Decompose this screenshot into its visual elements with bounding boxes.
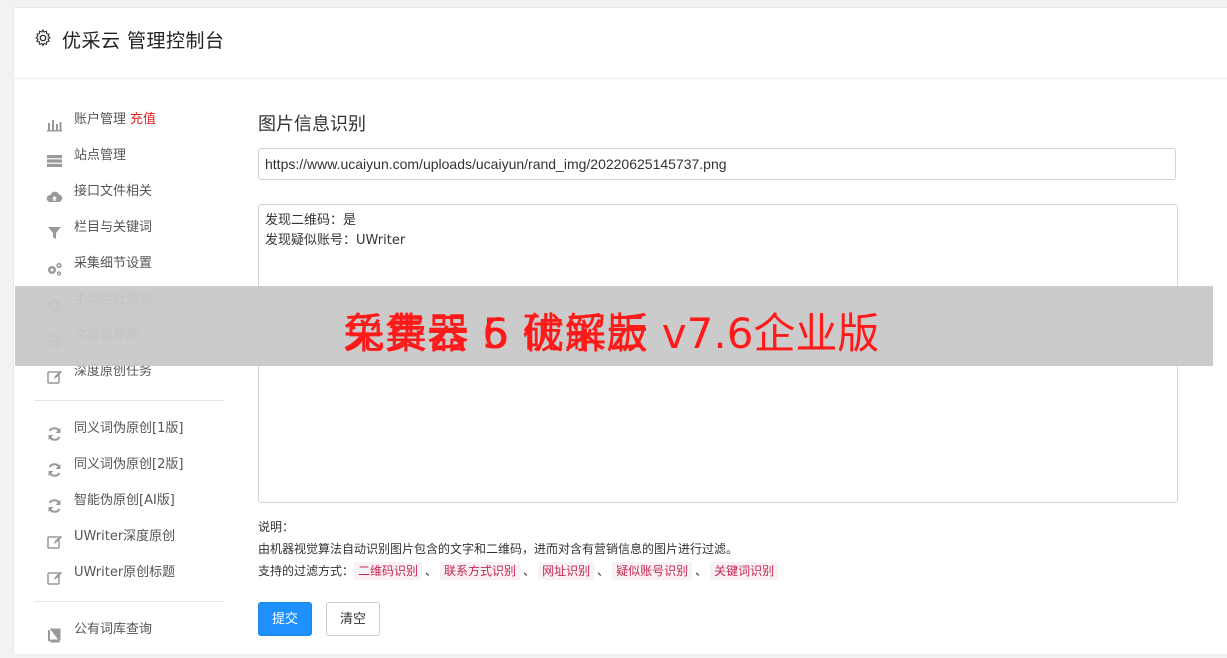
filter-tag: 联系方式识别 xyxy=(440,562,521,580)
edit-icon xyxy=(46,565,63,585)
page-title: 图片信息识别 xyxy=(258,114,366,135)
sidebar-item-label: 公有词库查询 xyxy=(74,622,153,637)
refresh-icon xyxy=(46,457,63,477)
filter-methods-label: 支持的过滤方式： xyxy=(258,564,355,578)
notes-heading: 说明： xyxy=(258,520,295,534)
header-bar: 优采云 管理控制台 xyxy=(14,8,1227,79)
filter-methods: 支持的过滤方式： 二维码识别、联系方式识别、网址识别、疑似账号识别、关键词识别 xyxy=(258,560,779,582)
separator: 、 xyxy=(425,564,438,578)
submit-button[interactable]: 提交 xyxy=(258,602,312,636)
sidebar-item-label: UWriter原创标题 xyxy=(74,565,176,580)
filter-tag: 二维码识别 xyxy=(354,562,423,580)
image-url-input[interactable] xyxy=(258,148,1176,180)
sidebar-item[interactable]: 栏目与关键词 xyxy=(30,210,224,246)
result-line: 发现疑似账号：UWriter xyxy=(265,233,406,248)
sidebar-item-label: 采集细节设置 xyxy=(74,256,153,271)
app-title: 优采云 管理控制台 xyxy=(62,30,225,52)
sidebar-divider xyxy=(34,601,224,602)
sidebar-item[interactable]: UWriter原创标题 xyxy=(30,555,224,591)
refresh-icon xyxy=(46,421,63,441)
edit-icon xyxy=(46,529,63,549)
filter-tag: 网址识别 xyxy=(538,562,595,580)
sidebar-item[interactable]: 采集细节设置 xyxy=(30,246,224,282)
edit-icon xyxy=(46,364,63,384)
book-icon xyxy=(46,622,63,643)
sidebar-item[interactable]: 同义词伪原创[2版] xyxy=(30,447,224,483)
sidebar-item[interactable]: 接口文件相关 xyxy=(30,174,224,210)
filter-tag: 疑似账号识别 xyxy=(612,562,693,580)
sidebar-item-label: 智能伪原创[AI版] xyxy=(74,493,175,508)
recharge-link[interactable]: 充值 xyxy=(130,112,156,127)
clear-button[interactable]: 清空 xyxy=(326,602,380,636)
separator: 、 xyxy=(597,564,610,578)
sidebar-item-label: 账户管理 xyxy=(74,112,127,127)
sidebar-item[interactable]: 同义词伪原创[1版] xyxy=(30,411,224,447)
sidebar-item[interactable]: 账户管理 充值 xyxy=(30,102,224,138)
sidebar-item-label: 栏目与关键词 xyxy=(74,220,153,235)
sidebar-item-label: UWriter深度原创 xyxy=(74,529,176,544)
filter-tag: 关键词识别 xyxy=(710,562,779,580)
cogs-icon xyxy=(46,256,63,276)
separator: 、 xyxy=(523,564,536,578)
sidebar-item[interactable]: 站点管理 xyxy=(30,138,224,174)
gear-icon xyxy=(34,28,52,47)
sidebar-item-label: 站点管理 xyxy=(74,148,127,163)
cloud-upload-icon xyxy=(46,184,63,202)
bar-chart-icon xyxy=(46,112,63,132)
notes-section: 说明： 由机器视觉算法自动识别图片包含的文字和二维码，进而对含有营销信息的图片进… xyxy=(258,516,779,582)
sidebar-item[interactable]: 智能伪原创[AI版] xyxy=(30,483,224,519)
sidebar-item[interactable]: UWriter深度原创 xyxy=(30,519,224,555)
sidebar-item-label: 深度原创任务 xyxy=(74,364,153,379)
overlay-text-b: 免费云 6 优采云 v7.6企业版 xyxy=(343,309,880,358)
sidebar-nav: 账户管理充值站点管理接口文件相关栏目与关键词采集细节设置手动运行测试文章暂存库深… xyxy=(30,102,224,648)
sidebar-item-label: 同义词伪原创[1版] xyxy=(74,421,184,436)
server-icon xyxy=(46,148,63,167)
sidebar-item[interactable]: 公有词库查询 xyxy=(30,612,224,648)
sidebar-item-label: 接口文件相关 xyxy=(74,184,153,199)
refresh-icon xyxy=(46,493,63,513)
sidebar-divider xyxy=(34,400,224,401)
result-line: 发现二维码：是 xyxy=(265,213,357,228)
notes-description: 由机器视觉算法自动识别图片包含的文字和二维码，进而对含有营销信息的图片进行过滤。 xyxy=(258,542,739,556)
filter-icon xyxy=(46,220,63,239)
overlay-banner: 采集器 5 破解版 免费云 6 优采云 v7.6企业版 xyxy=(15,286,1213,366)
sidebar-item-label: 同义词伪原创[2版] xyxy=(74,457,184,472)
separator: 、 xyxy=(695,564,708,578)
